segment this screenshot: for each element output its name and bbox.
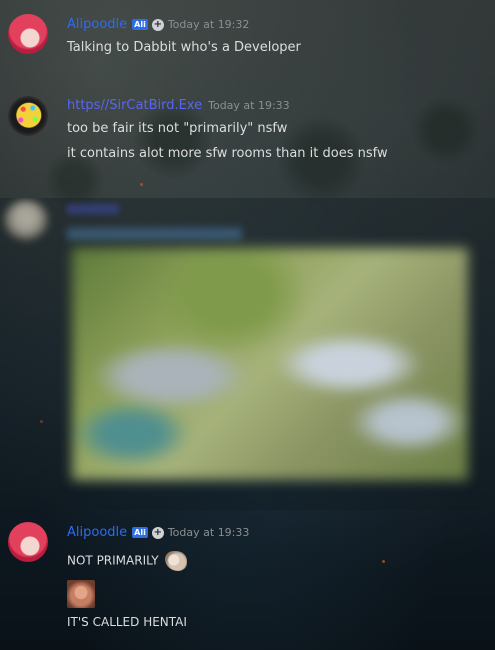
message-line: NOT PRIMARILY [67,553,159,568]
username[interactable]: https//SirCatBird.Exe [67,98,202,113]
message-text: too be fair its not "primarily" nsfw [67,121,288,136]
blurred-username [67,204,119,214]
blurred-text [67,228,242,240]
avatar[interactable] [8,14,48,54]
timestamp: Today at 19:33 [208,99,290,112]
message-text: NOT PRIMARILY [67,551,187,571]
custom-emoji-icon[interactable] [67,580,95,608]
ember-particle [382,560,385,563]
username[interactable]: Alipoodle [67,525,127,540]
timestamp: Today at 19:33 [167,526,250,539]
message-text: IT'S CALLED HENTAI [67,615,187,629]
role-badge: Ali [132,19,148,30]
plus-circle-icon: + [151,18,164,31]
blurred-image-attachment[interactable] [72,248,468,480]
message-text: it contains alot more sfw rooms than it … [67,146,388,161]
message-header: https//SirCatBird.Exe Today at 19:33 [67,98,290,113]
avatar[interactable] [8,96,48,136]
avatar[interactable] [8,522,48,562]
custom-emoji-icon[interactable] [164,551,187,571]
plus-circle-icon: + [151,526,164,539]
username[interactable]: Alipoodle [67,17,127,32]
message-header: Alipoodle Ali + Today at 19:32 [67,17,249,32]
timestamp: Today at 19:32 [167,18,250,31]
avatar [4,200,48,240]
ember-particle [140,183,143,186]
blurred-message [0,198,495,510]
message-header: Alipoodle Ali + Today at 19:33 [67,525,249,540]
role-badge: Ali [132,527,148,538]
message-text: Talking to Dabbit who's a Developer [67,40,301,55]
